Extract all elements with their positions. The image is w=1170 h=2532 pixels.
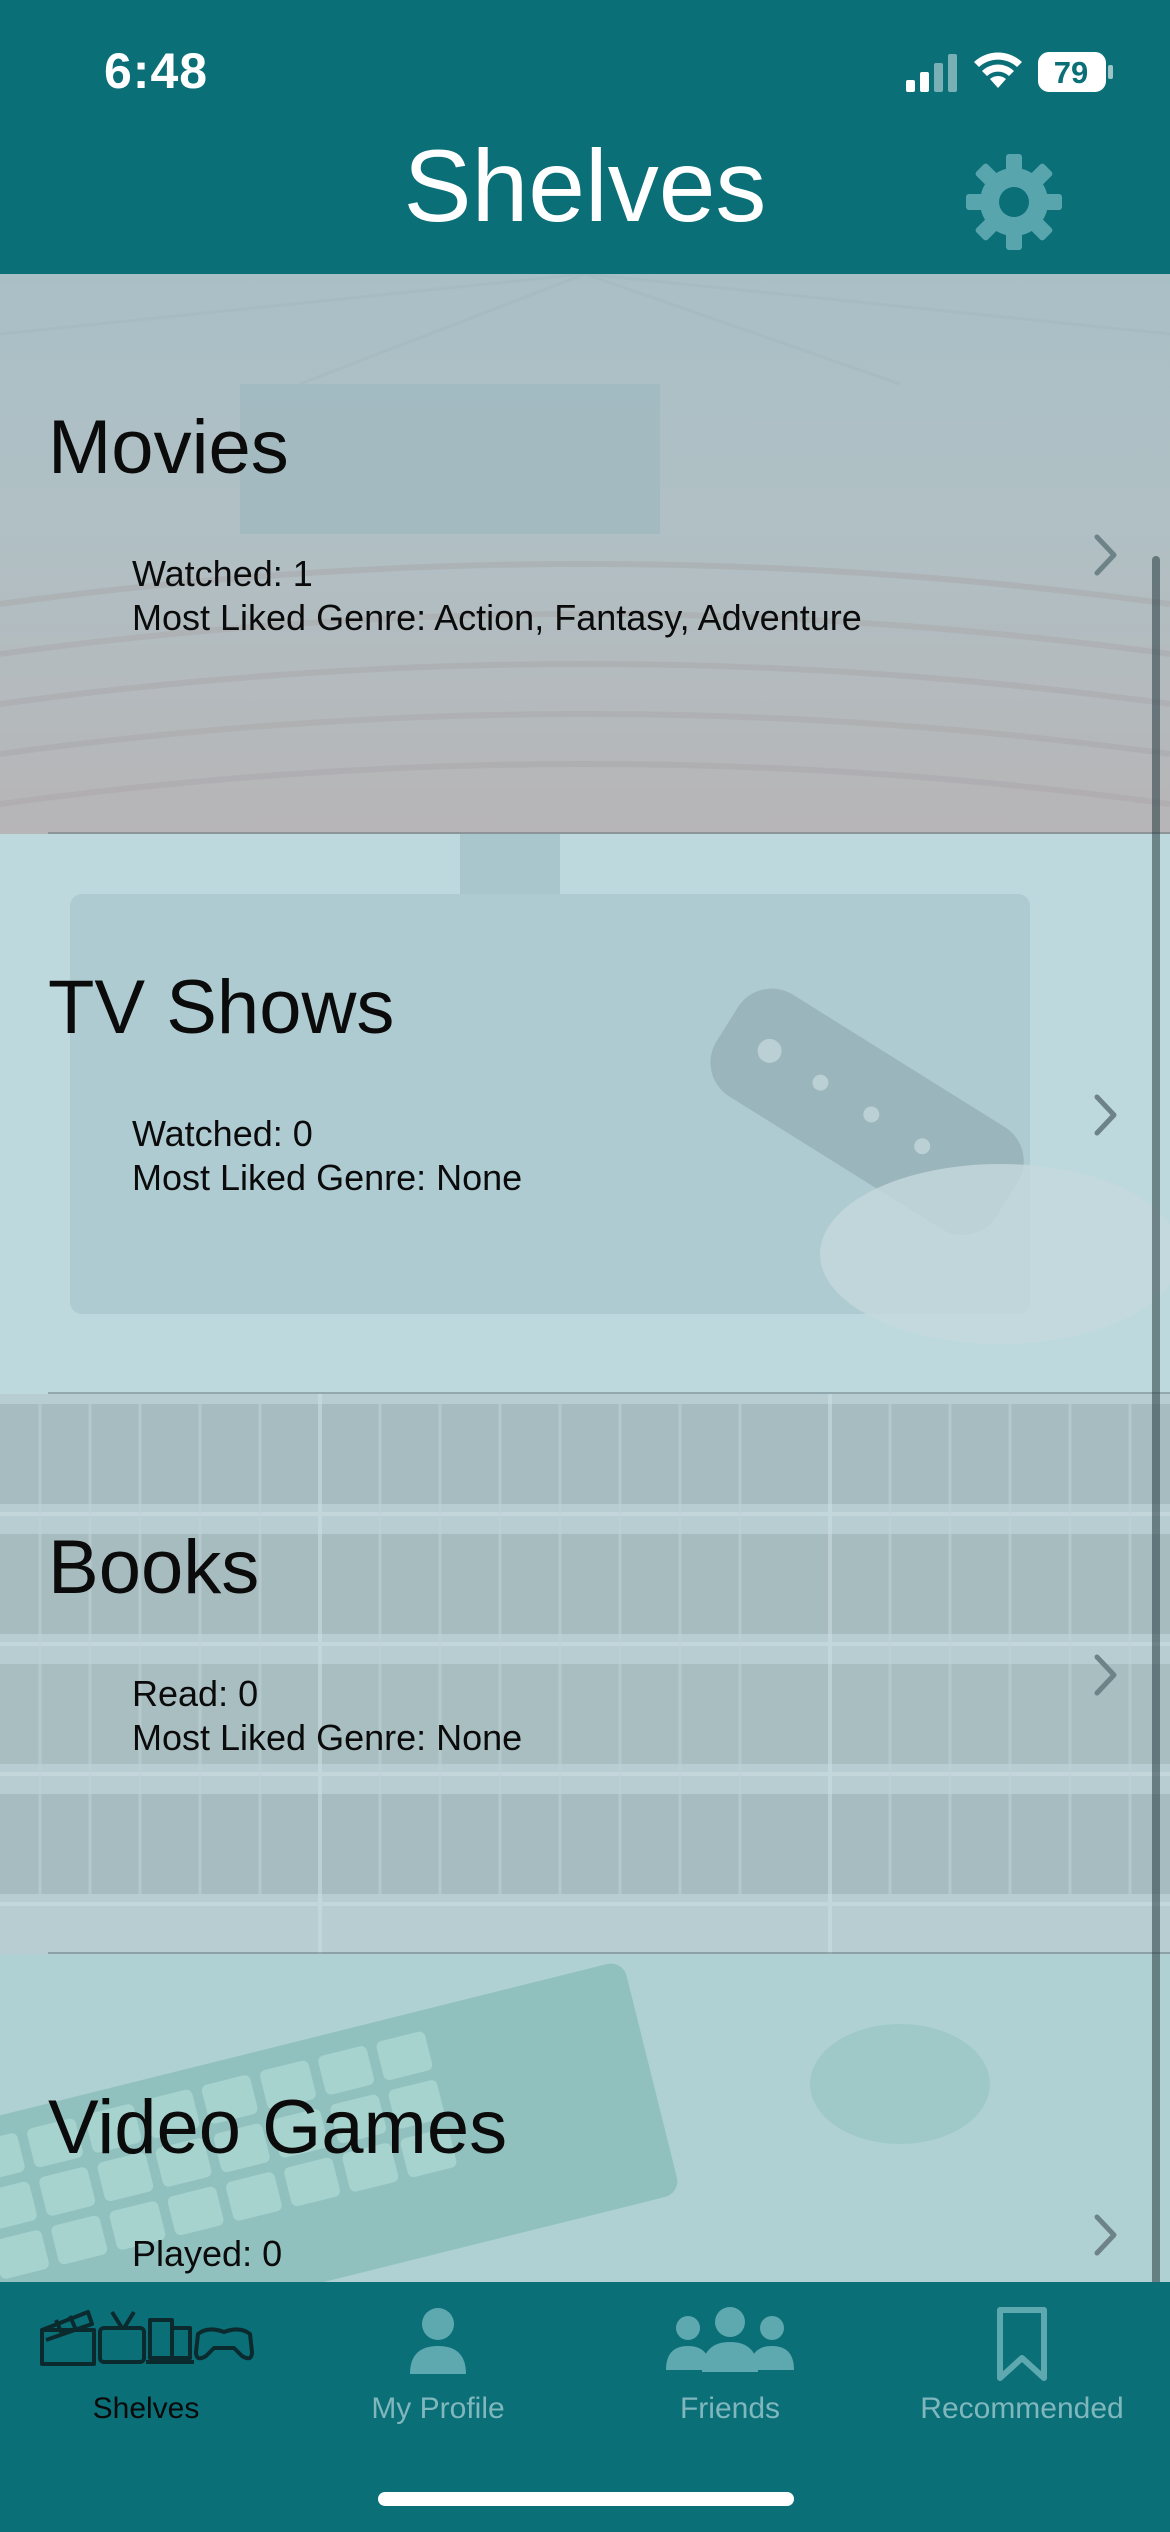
shelf-stats: Read: 0 Most Liked Genre: None (132, 1672, 522, 1760)
battery-level: 79 (1053, 55, 1089, 90)
gear-icon[interactable] (962, 150, 1066, 254)
chevron-right-icon (1094, 534, 1117, 576)
tab-label: My Profile (371, 2392, 505, 2425)
shelf-genre: Most Liked Genre: Action, Fantasy, Adven… (132, 597, 862, 638)
shelf-stats: Watched: 1 Most Liked Genre: Action, Fan… (132, 552, 862, 640)
shelf-genre: Most Liked Genre: None (132, 1717, 523, 1758)
shelf-title: Video Games (48, 2085, 508, 2170)
shelf-count: Watched: 0 (132, 1113, 313, 1154)
shelves-screen: 6:48 79 Shelves Movies Watched: 1 Most L… (0, 0, 1170, 2532)
shelf-stats: Played: 0 (132, 2232, 282, 2276)
friends-icon (666, 2307, 794, 2372)
signal-icon (906, 54, 957, 92)
status-time: 6:48 (104, 43, 209, 99)
home-indicator[interactable] (378, 2492, 794, 2506)
chevron-right-icon (1094, 2214, 1117, 2256)
shelf-count: Watched: 1 (132, 553, 313, 594)
person-icon (410, 2308, 466, 2374)
wifi-icon (974, 52, 1022, 88)
tab-label: Shelves (92, 2392, 200, 2425)
bookmark-icon (997, 2307, 1047, 2381)
shelf-title: TV Shows (48, 965, 395, 1050)
shelf-count: Played: 0 (132, 2233, 283, 2274)
chevron-right-icon (1094, 1654, 1117, 1696)
shelf-row-movies[interactable]: Movies Watched: 1 Most Liked Genre: Acti… (0, 274, 1170, 834)
shelf-stats: Watched: 0 Most Liked Genre: None (132, 1112, 522, 1200)
shelves-icon (40, 2310, 254, 2366)
shelf-row-tv-shows[interactable]: TV Shows Watched: 0 Most Liked Genre: No… (0, 834, 1170, 1394)
tab-label: Recommended (920, 2392, 1124, 2425)
shelf-title: Movies (48, 405, 289, 490)
shelf-genre: Most Liked Genre: None (132, 1157, 523, 1198)
shelf-row-video-games[interactable]: Video Games Played: 0 (0, 1954, 1170, 2284)
tab-friends[interactable]: Friends (584, 2282, 876, 2452)
tab-shelves[interactable]: Shelves (0, 2282, 292, 2452)
shelves-list[interactable]: Movies Watched: 1 Most Liked Genre: Acti… (0, 274, 1170, 2284)
shelf-row-books[interactable]: Books Read: 0 Most Liked Genre: None (0, 1394, 1170, 1954)
chevron-right-icon (1094, 1094, 1117, 1136)
status-bar: 6:48 79 (0, 0, 1170, 130)
tab-label: Friends (679, 2392, 781, 2425)
tab-bar: Shelves My Profile Friends Recommended (0, 2282, 1170, 2532)
shelf-count: Read: 0 (132, 1673, 259, 1714)
tab-recommended[interactable]: Recommended (876, 2282, 1168, 2452)
tab-my-profile[interactable]: My Profile (292, 2282, 584, 2452)
shelf-title: Books (48, 1525, 260, 1610)
scrollbar[interactable] (1152, 556, 1160, 2284)
